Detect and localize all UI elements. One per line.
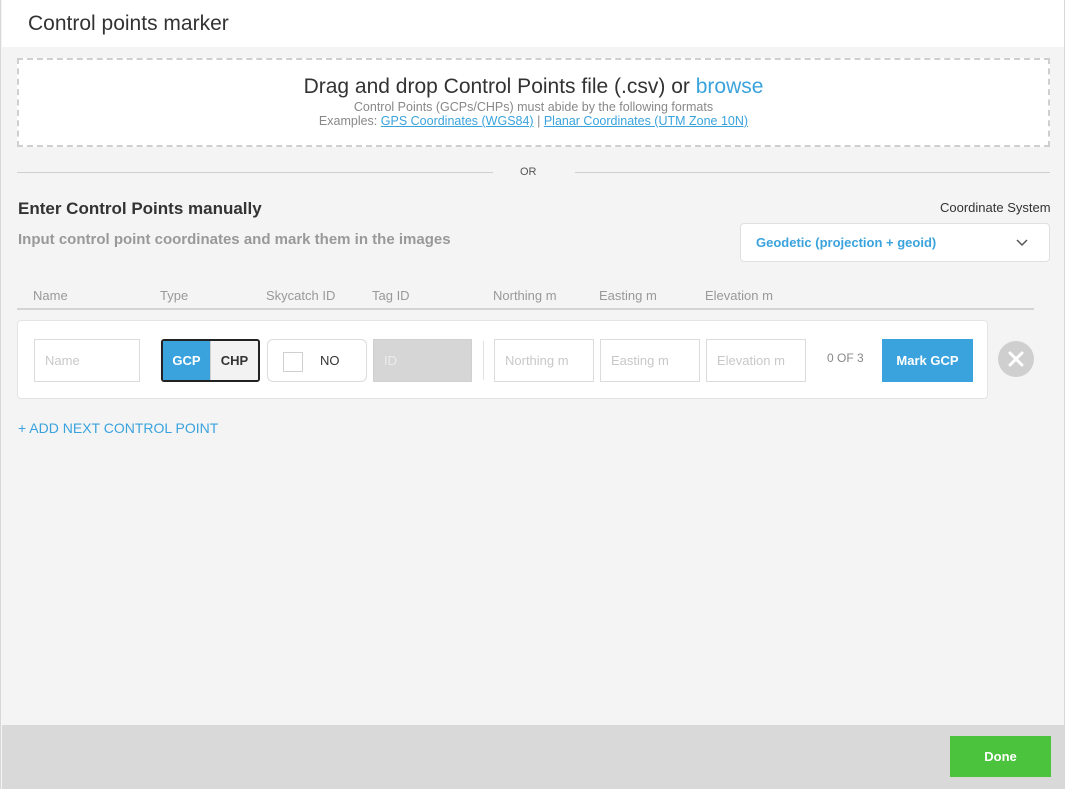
header-elevation: Elevation m bbox=[705, 288, 773, 303]
type-toggle[interactable]: GCP CHP bbox=[161, 339, 260, 382]
add-next-control-point-link[interactable]: + ADD NEXT CONTROL POINT bbox=[18, 420, 218, 436]
remove-row-button[interactable] bbox=[998, 341, 1034, 377]
skycatch-label: NO bbox=[320, 353, 340, 368]
skycatch-checkbox[interactable] bbox=[283, 352, 303, 372]
name-input[interactable] bbox=[34, 339, 140, 382]
drag-drop-text: Drag and drop Control Points file (.csv)… bbox=[303, 75, 690, 98]
close-icon bbox=[1008, 351, 1024, 367]
dialog-title: Control points marker bbox=[28, 12, 229, 35]
header-easting: Easting m bbox=[599, 288, 657, 303]
dialog-footer: Done bbox=[2, 725, 1064, 789]
coordinate-system-label: Coordinate System bbox=[940, 200, 1051, 215]
examples-line: Examples: GPS Coordinates (WGS84) | Plan… bbox=[19, 114, 1048, 128]
examples-separator: | bbox=[537, 114, 541, 128]
or-divider: OR bbox=[17, 164, 1050, 180]
row-divider bbox=[483, 341, 484, 380]
title-bar: Control points marker bbox=[2, 0, 1064, 47]
control-point-row: GCP CHP NO 0 OF 3 Mark GCP bbox=[17, 320, 988, 399]
header-name: Name bbox=[33, 288, 68, 303]
coordinate-system-value: Geodetic (projection + geoid) bbox=[756, 235, 937, 250]
or-text: OR bbox=[520, 166, 537, 178]
header-skycatch-id: Skycatch ID bbox=[266, 288, 336, 303]
manual-entry-title: Enter Control Points manually bbox=[18, 199, 262, 218]
manual-entry-subtitle: Input control point coordinates and mark… bbox=[18, 231, 451, 248]
type-option-gcp[interactable]: GCP bbox=[163, 341, 210, 380]
or-line-right bbox=[575, 172, 1050, 173]
or-line-left bbox=[17, 172, 493, 173]
control-points-dialog: Control points marker Drag and drop Cont… bbox=[0, 0, 1065, 789]
header-type: Type bbox=[160, 288, 189, 303]
csv-dropzone[interactable]: Drag and drop Control Points file (.csv)… bbox=[17, 58, 1050, 147]
dropzone-main-text: Drag and drop Control Points file (.csv)… bbox=[19, 75, 1048, 99]
tag-id-input bbox=[373, 339, 472, 382]
header-northing: Northing m bbox=[493, 288, 557, 303]
format-note: Control Points (GCPs/CHPs) must abide by… bbox=[353, 100, 714, 114]
table-header: Name Type Skycatch ID Tag ID Northing m … bbox=[17, 284, 1034, 310]
mark-count: 0 OF 3 bbox=[827, 351, 864, 365]
header-tag-id: Tag ID bbox=[372, 288, 410, 303]
type-option-chp[interactable]: CHP bbox=[210, 341, 258, 380]
mark-gcp-button[interactable]: Mark GCP bbox=[882, 339, 973, 382]
easting-input[interactable] bbox=[600, 339, 700, 382]
northing-input[interactable] bbox=[494, 339, 594, 382]
done-button[interactable]: Done bbox=[950, 736, 1051, 777]
skycatch-id-toggle[interactable]: NO bbox=[267, 339, 367, 382]
browse-link[interactable]: browse bbox=[696, 75, 764, 98]
chevron-down-icon bbox=[1016, 239, 1028, 247]
planar-example-link[interactable]: Planar Coordinates (UTM Zone 10N) bbox=[544, 114, 748, 128]
elevation-input[interactable] bbox=[706, 339, 806, 382]
gps-example-link[interactable]: GPS Coordinates (WGS84) bbox=[381, 114, 534, 128]
coordinate-system-select[interactable]: Geodetic (projection + geoid) bbox=[740, 223, 1050, 262]
examples-label: Examples: bbox=[318, 114, 378, 128]
